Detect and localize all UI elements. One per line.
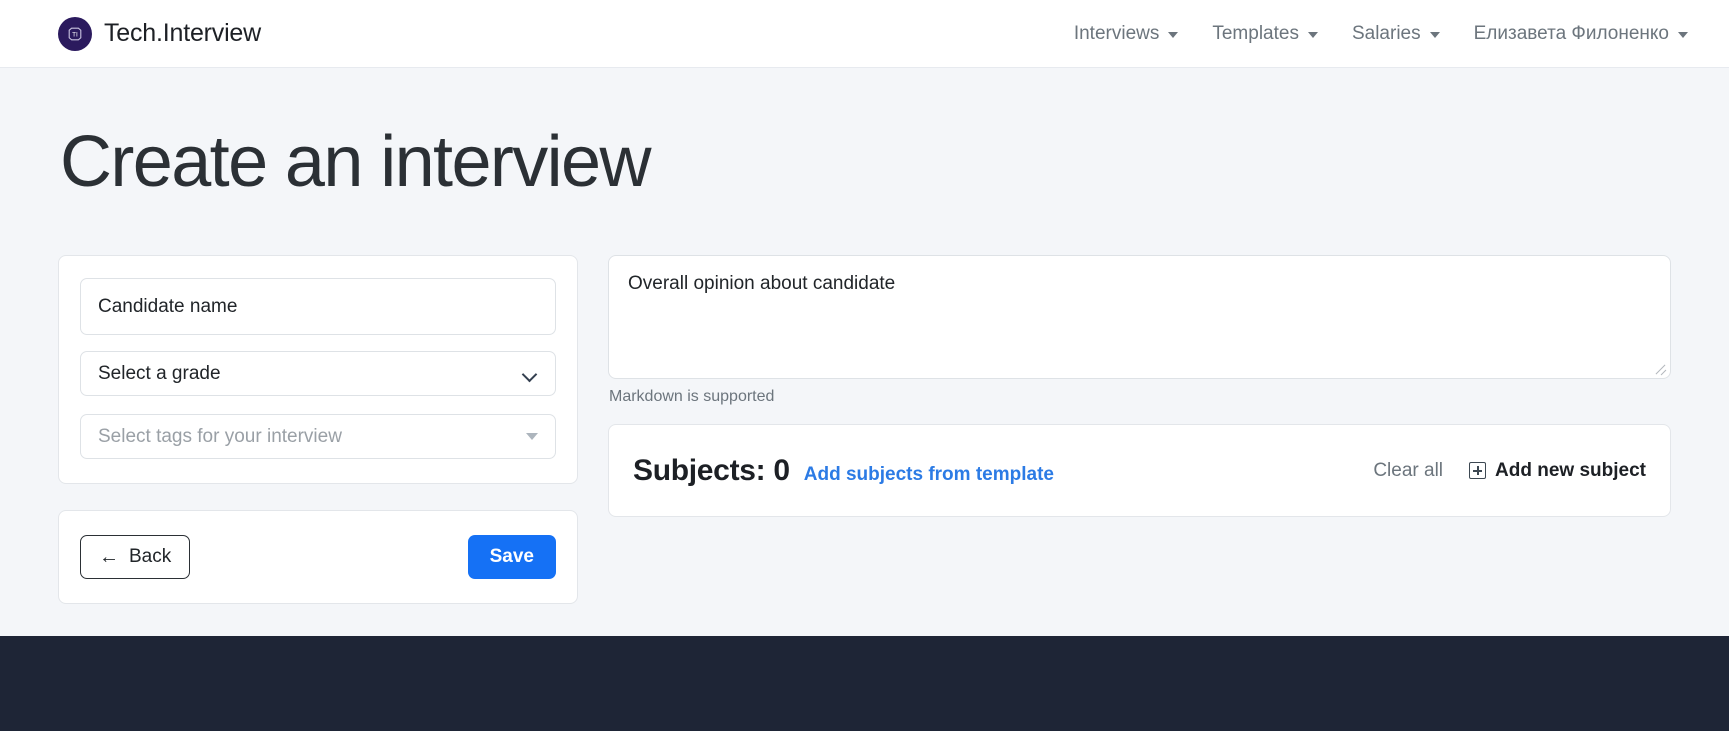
brand-name: Tech.Interview [104,19,261,47]
nav-item-templates[interactable]: Templates [1195,17,1335,51]
page-footer [0,636,1729,731]
main-content: Create an interview Select a grade Selec… [0,68,1729,636]
grade-select-value: Select a grade [98,363,221,384]
interview-form-card: Select a grade Select tags for your inte… [58,255,578,484]
opinion-field-wrapper [608,255,1671,379]
add-subjects-from-template-link[interactable]: Add subjects from template [804,465,1054,484]
save-button[interactable]: Save [467,535,556,579]
subjects-card: Subjects: 0 Add subjects from template C… [608,424,1671,517]
form-actions-card: ← Back Save [58,510,578,604]
candidate-name-input[interactable] [80,278,556,335]
right-column: Markdown is supported Subjects: 0 Add su… [608,255,1671,517]
nav-item-user-menu[interactable]: Елизавета Филоненко [1457,17,1705,51]
nav-item-label: Interviews [1073,22,1160,44]
chevron-down-icon [1307,31,1318,38]
app-page: TI Tech.Interview Interviews Templates S… [0,0,1729,731]
triangle-down-icon [526,433,538,440]
navbar-menu: Interviews Templates Salaries Елизавета … [1057,17,1705,51]
left-column: Select a grade Select tags for your inte… [58,255,578,604]
brand-link[interactable]: TI Tech.Interview [58,16,261,51]
svg-text:TI: TI [72,31,78,38]
chevron-down-icon [1429,31,1440,38]
back-button[interactable]: ← Back [80,535,191,579]
markdown-helper-text: Markdown is supported [609,388,775,405]
nav-item-label: Templates [1212,22,1299,44]
subjects-right-group: Clear all Add new subject [1373,461,1646,480]
back-button-label: Back [129,546,172,567]
tech-interview-logo-icon: TI [58,16,92,51]
nav-item-label: Salaries [1351,22,1421,44]
grade-select[interactable]: Select a grade [80,351,556,396]
subjects-count-title: Subjects: 0 [633,453,790,487]
tags-select[interactable]: Select tags for your interview [80,414,556,459]
chevron-down-icon [1168,31,1179,38]
top-navbar: TI Tech.Interview Interviews Templates S… [0,0,1729,68]
subjects-left-group: Subjects: 0 Add subjects from template [633,453,1054,487]
clear-all-link[interactable]: Clear all [1373,461,1443,480]
add-new-subject-button[interactable]: Add new subject [1469,461,1646,480]
tags-select-placeholder: Select tags for your interview [98,426,342,447]
nav-item-salaries[interactable]: Salaries [1335,17,1457,51]
add-new-subject-label: Add new subject [1495,460,1646,481]
plus-square-icon [1469,462,1487,479]
chevron-down-icon [523,369,538,378]
nav-item-interviews[interactable]: Interviews [1057,17,1196,51]
user-name-label: Елизавета Филоненко [1473,22,1669,44]
content-columns: Select a grade Select tags for your inte… [58,255,1671,604]
overall-opinion-textarea[interactable] [608,255,1671,379]
chevron-down-icon [1678,31,1688,38]
page-title: Create an interview [60,122,652,202]
arrow-left-icon: ← [99,546,119,568]
